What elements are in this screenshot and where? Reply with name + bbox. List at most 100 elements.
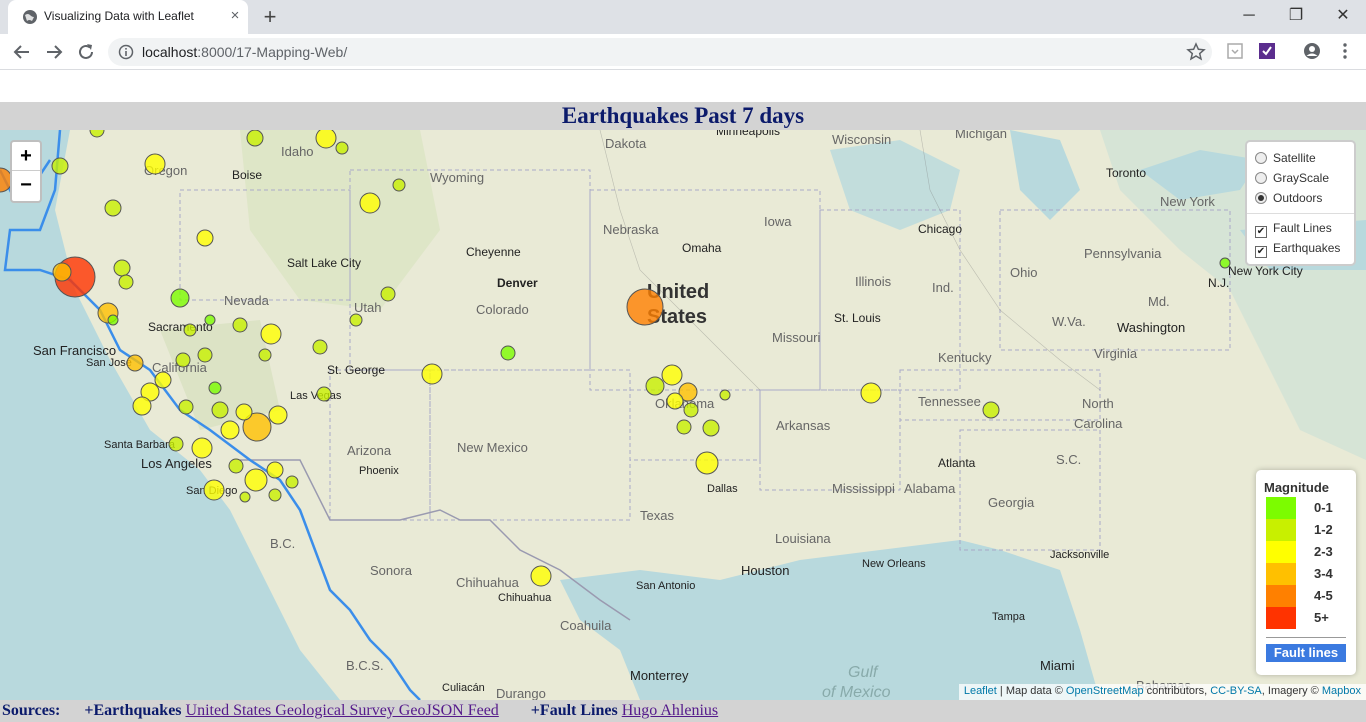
earthquake-marker[interactable] bbox=[421, 363, 443, 385]
back-icon[interactable] bbox=[10, 40, 34, 64]
mapbox-link[interactable]: Mapbox bbox=[1322, 685, 1361, 697]
earthquake-marker[interactable] bbox=[113, 259, 131, 277]
earthquake-marker[interactable] bbox=[196, 229, 214, 247]
address-bar[interactable]: localhost:8000/17-Mapping-Web/ bbox=[108, 38, 1212, 66]
earthquake-marker[interactable] bbox=[380, 286, 396, 302]
reload-icon[interactable] bbox=[74, 40, 98, 64]
earthquake-marker[interactable] bbox=[683, 402, 699, 418]
earthquake-marker[interactable] bbox=[168, 436, 184, 452]
zoom-out-button[interactable]: − bbox=[12, 171, 40, 200]
earthquake-marker[interactable] bbox=[359, 192, 381, 214]
earthquake-marker[interactable] bbox=[204, 314, 216, 326]
earthquake-marker[interactable] bbox=[676, 419, 692, 435]
earthquake-marker[interactable] bbox=[268, 488, 282, 502]
earthquake-marker[interactable] bbox=[315, 130, 337, 149]
earthquake-marker[interactable] bbox=[316, 386, 332, 402]
earthquake-marker[interactable] bbox=[175, 352, 191, 368]
earthquake-marker[interactable] bbox=[285, 475, 299, 489]
earthquake-marker[interactable] bbox=[335, 141, 349, 155]
earthquake-marker[interactable] bbox=[982, 401, 1000, 419]
earthquake-marker[interactable] bbox=[260, 323, 282, 345]
earthquake-marker[interactable] bbox=[118, 274, 134, 290]
new-tab-button[interactable]: + bbox=[258, 5, 282, 29]
earthquake-marker[interactable] bbox=[132, 396, 152, 416]
earthquake-marker[interactable] bbox=[191, 437, 213, 459]
earthquake-marker[interactable] bbox=[530, 565, 552, 587]
earthquake-marker[interactable] bbox=[232, 317, 248, 333]
globe-icon bbox=[23, 10, 37, 24]
legend-divider bbox=[1266, 637, 1346, 638]
overlay-earthquakes[interactable]: ✔ Earthquakes bbox=[1255, 238, 1346, 258]
base-layer-outdoors[interactable]: Outdoors bbox=[1255, 188, 1346, 208]
earthquake-marker[interactable] bbox=[208, 381, 222, 395]
account-icon[interactable] bbox=[1303, 42, 1321, 60]
browser-tab[interactable]: Visualizing Data with Leaflet × bbox=[8, 0, 248, 34]
earthquake-marker[interactable] bbox=[170, 288, 190, 308]
earthquake-marker[interactable] bbox=[126, 354, 144, 372]
earthquake-marker[interactable] bbox=[52, 262, 72, 282]
earthquake-marker[interactable] bbox=[183, 323, 197, 337]
restore-button[interactable]: ❐ bbox=[1273, 4, 1319, 28]
extension-icon[interactable] bbox=[1226, 42, 1244, 60]
leaflet-link[interactable]: Leaflet bbox=[964, 685, 997, 697]
earthquake-marker[interactable] bbox=[392, 178, 406, 192]
earthquake-marker[interactable] bbox=[178, 399, 194, 415]
info-icon[interactable] bbox=[118, 44, 134, 60]
base-layer-satellite[interactable]: Satellite bbox=[1255, 148, 1346, 168]
earthquake-marker[interactable] bbox=[244, 468, 268, 492]
radio-satellite[interactable] bbox=[1255, 152, 1267, 164]
checklist-extension-icon[interactable] bbox=[1258, 42, 1276, 60]
osm-link[interactable]: OpenStreetMap bbox=[1066, 685, 1144, 697]
earthquake-marker[interactable] bbox=[645, 376, 665, 396]
earthquake-marker[interactable] bbox=[500, 345, 516, 361]
checkbox-fault-lines[interactable]: ✔ bbox=[1255, 226, 1267, 238]
hugo-ahlenius-link[interactable]: Hugo Ahlenius bbox=[622, 702, 718, 719]
close-window-button[interactable]: ✕ bbox=[1320, 4, 1366, 28]
usgs-link[interactable]: United States Geological Survey GeoJSON … bbox=[186, 702, 499, 719]
bookmark-star-icon[interactable] bbox=[1186, 42, 1206, 62]
earthquake-marker[interactable] bbox=[860, 382, 882, 404]
minimize-button[interactable]: ─ bbox=[1226, 4, 1272, 28]
earthquake-marker[interactable] bbox=[239, 491, 251, 503]
earthquake-marker[interactable] bbox=[258, 348, 272, 362]
checkbox-earthquakes[interactable]: ✔ bbox=[1255, 246, 1267, 258]
browser-tabbar: Visualizing Data with Leaflet × + ─ ❐ ✕ bbox=[0, 0, 1366, 34]
earthquake-marker[interactable] bbox=[51, 157, 69, 175]
zoom-control: + − bbox=[10, 140, 42, 203]
earthquake-marker[interactable] bbox=[661, 364, 683, 386]
overlay-fault-lines[interactable]: ✔ Fault Lines bbox=[1255, 218, 1346, 238]
legend-row: 2-3 bbox=[1264, 541, 1348, 563]
map[interactable]: Dakota Minneapolis Wisconsin Michigan To… bbox=[0, 130, 1366, 700]
earthquake-marker[interactable] bbox=[349, 313, 363, 327]
radio-outdoors[interactable] bbox=[1255, 192, 1267, 204]
zoom-in-button[interactable]: + bbox=[12, 142, 40, 171]
menu-dots-icon[interactable] bbox=[1336, 42, 1354, 60]
earthquake-marker[interactable] bbox=[702, 419, 720, 437]
earthquake-marker[interactable] bbox=[666, 392, 684, 410]
earthquake-marker[interactable] bbox=[266, 461, 284, 479]
earthquake-marker[interactable] bbox=[695, 451, 719, 475]
earthquake-marker[interactable] bbox=[235, 403, 253, 421]
earthquake-marker[interactable] bbox=[107, 314, 119, 326]
earthquake-marker[interactable] bbox=[1219, 257, 1231, 269]
earthquake-marker[interactable] bbox=[197, 347, 213, 363]
earthquake-marker[interactable] bbox=[312, 339, 328, 355]
earthquake-marker[interactable] bbox=[144, 153, 166, 175]
earthquake-marker[interactable] bbox=[203, 479, 225, 501]
earthquake-marker[interactable] bbox=[228, 458, 244, 474]
license-link[interactable]: CC-BY-SA bbox=[1210, 685, 1262, 697]
forward-icon[interactable] bbox=[42, 40, 66, 64]
earthquake-marker[interactable] bbox=[104, 199, 122, 217]
earthquake-marker[interactable] bbox=[220, 420, 240, 440]
tab-close-button[interactable]: × bbox=[226, 7, 244, 25]
earthquake-marker[interactable] bbox=[626, 288, 664, 326]
earthquake-marker[interactable] bbox=[211, 401, 229, 419]
base-layer-grayscale[interactable]: GrayScale bbox=[1255, 168, 1346, 188]
radio-grayscale[interactable] bbox=[1255, 172, 1267, 184]
earthquake-marker[interactable] bbox=[89, 130, 105, 138]
earthquake-marker[interactable] bbox=[154, 371, 172, 389]
earthquake-marker[interactable] bbox=[268, 405, 288, 425]
legend-label: 3-4 bbox=[1314, 566, 1333, 581]
earthquake-marker[interactable] bbox=[246, 130, 264, 147]
earthquake-marker[interactable] bbox=[719, 389, 731, 401]
